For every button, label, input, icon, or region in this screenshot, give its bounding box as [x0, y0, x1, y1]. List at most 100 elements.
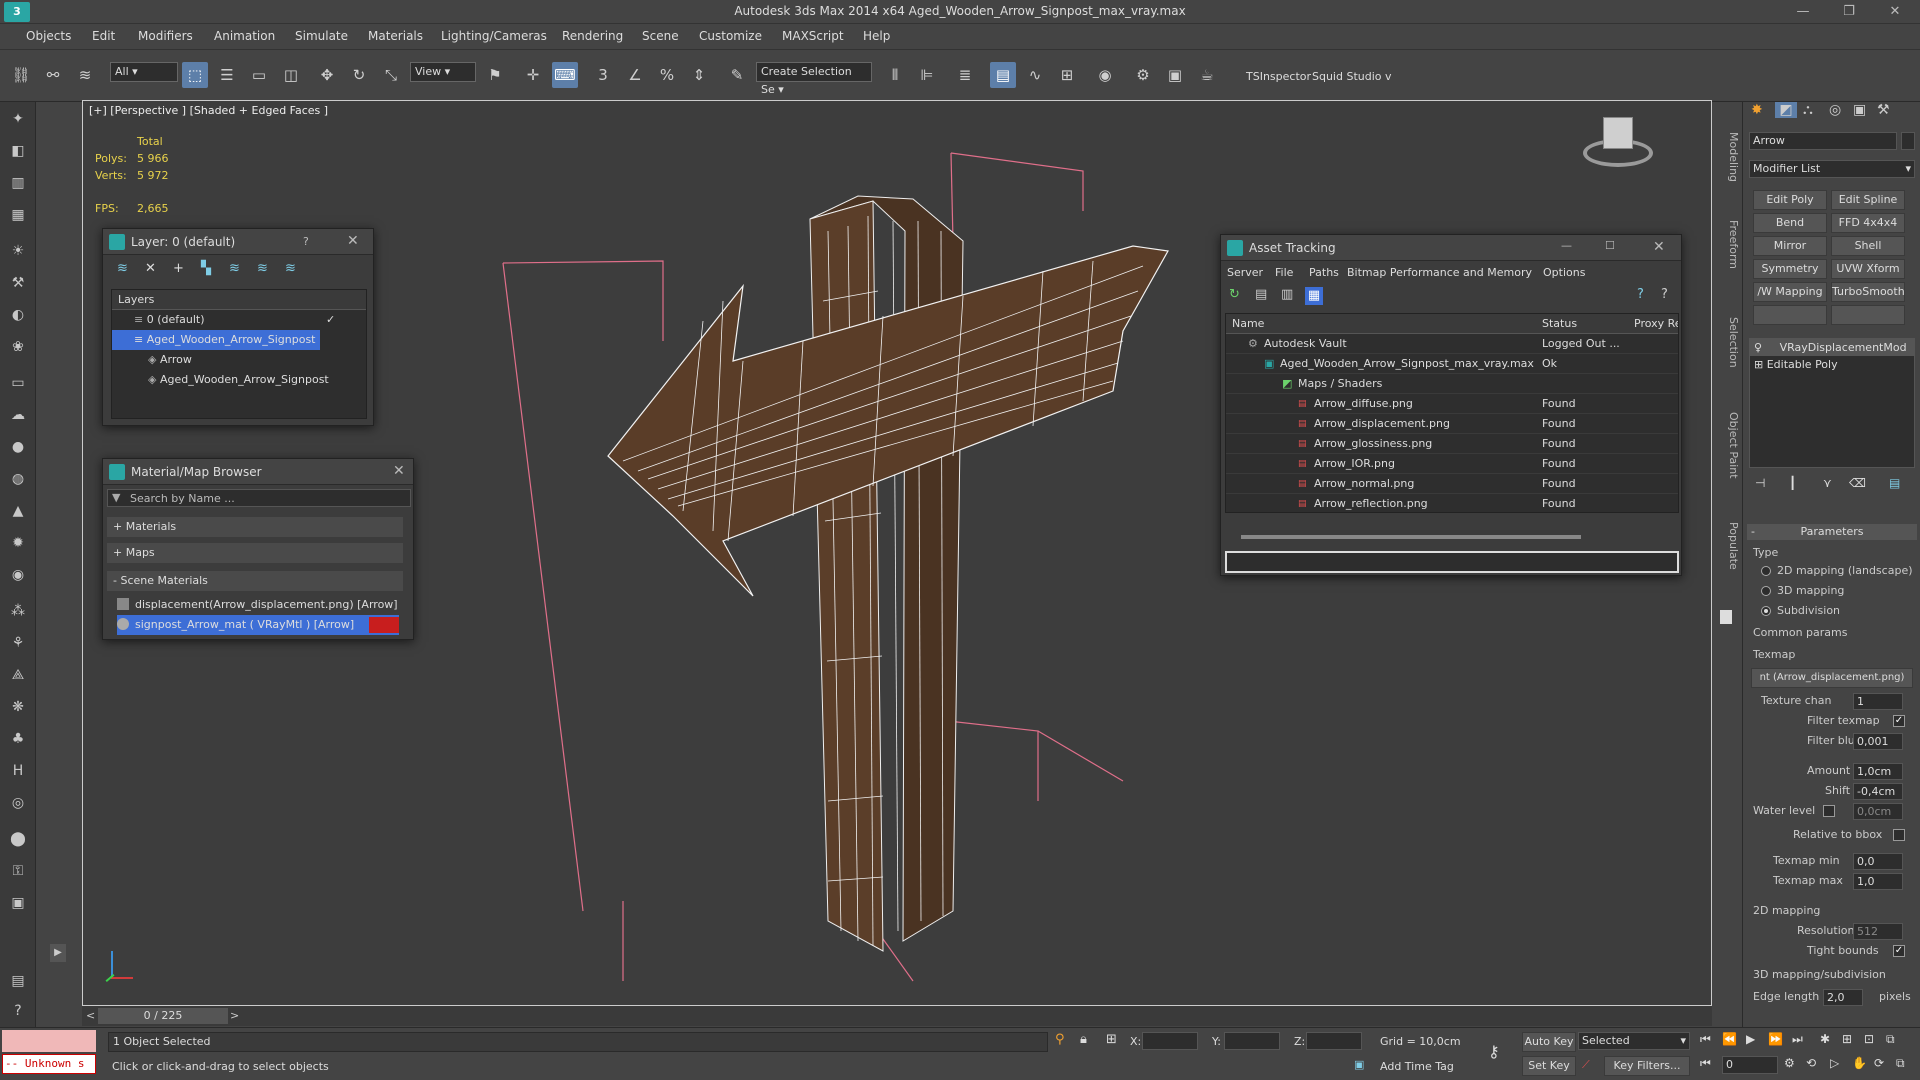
material-browser-titlebar[interactable]: Material/Map Browser ✕ — [103, 459, 413, 485]
selection-filter-dropdown[interactable]: All ▾ — [110, 62, 178, 82]
named-selection-dropdown[interactable]: Create Selection Se ▾ — [756, 62, 872, 96]
maxscript-mini-listener[interactable]: -- Unknown s — [2, 1054, 96, 1074]
set-key-button[interactable]: Set Key — [1522, 1056, 1576, 1076]
close-icon[interactable]: ✕ — [1872, 0, 1918, 24]
maximize-toggle-icon[interactable]: ⧉ — [1896, 1056, 1905, 1071]
material-browser-close-icon[interactable]: ✕ — [393, 463, 405, 479]
asset-row-vault[interactable]: ⚙ Autodesk Vault Logged Out ... — [1226, 334, 1678, 354]
texture-chan-spinner[interactable]: 1 — [1853, 693, 1903, 710]
torus-icon[interactable]: ◍ — [6, 468, 30, 490]
viewcube[interactable] — [1583, 111, 1653, 171]
zoom-extents-icon[interactable]: ✱ — [1820, 1032, 1830, 1046]
box-icon[interactable]: ▭ — [6, 372, 30, 394]
arc-rotate-icon[interactable]: ⟳ — [1874, 1056, 1884, 1070]
restore-icon[interactable]: ❐ — [1826, 0, 1872, 24]
menu-materials[interactable]: Materials — [368, 29, 423, 43]
column-status[interactable]: Status — [1542, 314, 1577, 333]
scene-materials-group[interactable]: - Scene Materials — [107, 571, 403, 591]
object-name-field[interactable]: Arrow — [1749, 132, 1897, 150]
asset-menu-bitmap[interactable]: Bitmap Performance and Memory — [1347, 266, 1532, 279]
asset-menu-paths[interactable]: Paths — [1309, 266, 1339, 279]
ring-icon[interactable]: ◎ — [6, 792, 30, 814]
key-mode-dropdown[interactable]: Selected ▾ — [1578, 1032, 1690, 1050]
asset-help-2-icon[interactable]: ? — [1661, 287, 1668, 302]
search-dropdown-icon[interactable]: ▼ — [112, 491, 120, 504]
menu-edit[interactable]: Edit — [92, 29, 115, 43]
layer-manager-icon[interactable]: ≣ — [952, 62, 978, 88]
shift-spinner[interactable]: -0,4cm — [1853, 783, 1903, 800]
asset-path-field[interactable] — [1225, 551, 1679, 573]
utilities-icon[interactable]: ⚒ — [6, 272, 30, 294]
utilities-tab-icon[interactable]: ⚒ — [1877, 102, 1890, 118]
asset-minimize-icon[interactable]: — — [1561, 239, 1572, 252]
water-level-checkbox[interactable] — [1823, 805, 1835, 817]
scene-material-item[interactable]: signpost_Arrow_mat ( VRayMtl ) [Arrow] — [117, 615, 399, 635]
layer-object-signpost[interactable]: ◈ Aged_Wooden_Arrow_Signpost — [112, 370, 366, 390]
material-ball-icon[interactable]: ⬤ — [6, 828, 30, 850]
asset-row-map[interactable]: ▤ Arrow_diffuse.png Found — [1226, 394, 1678, 414]
time-config-icon[interactable]: ⚙ — [1784, 1056, 1795, 1070]
reference-coordinate-dropdown[interactable]: View ▾ — [410, 62, 476, 82]
time-next-button[interactable]: > — [230, 1009, 239, 1022]
tab-selection[interactable]: Selection — [1714, 317, 1740, 368]
z-coordinate-field[interactable] — [1306, 1032, 1362, 1050]
tsinspector-label[interactable]: TSInspector — [1246, 70, 1311, 83]
window-crossing-icon[interactable]: ◫ — [278, 62, 304, 88]
symmetry-button[interactable]: Symmetry — [1753, 259, 1827, 279]
add-time-tag[interactable]: Add Time Tag — [1380, 1060, 1454, 1073]
empty-modifier-button[interactable] — [1753, 305, 1827, 325]
zoom-region-icon[interactable]: ⊡ — [1864, 1032, 1874, 1046]
configure-modifier-sets-icon[interactable]: ▤ — [1889, 476, 1900, 490]
asset-maximize-icon[interactable]: ☐ — [1605, 239, 1615, 252]
maps-group[interactable]: + Maps — [107, 543, 403, 563]
scale-icon[interactable]: ⤡ — [378, 62, 404, 88]
materials-group[interactable]: + Materials — [107, 517, 403, 537]
hierarchy-icon[interactable]: ▥ — [6, 172, 30, 194]
manipulate-icon[interactable]: ✛ — [520, 62, 546, 88]
hide-all-layers-icon[interactable]: ≋ — [257, 261, 268, 276]
expand-icon[interactable]: ⊞ — [1754, 358, 1767, 371]
layer-item-signpost[interactable]: ≡ Aged_Wooden_Arrow_Signpost — [112, 330, 320, 350]
tab-freeform[interactable]: Freeform — [1714, 220, 1740, 269]
edit-poly-button[interactable]: Edit Poly — [1753, 190, 1827, 210]
rectangular-selection-icon[interactable]: ▭ — [246, 62, 272, 88]
menu-lighting-cameras[interactable]: Lighting/Cameras — [441, 29, 547, 43]
unlink-icon[interactable]: ⚯ — [40, 62, 66, 88]
schematic-view-icon[interactable]: ⊞ — [1054, 62, 1080, 88]
edit-spline-button[interactable]: Edit Spline — [1831, 190, 1905, 210]
asset-row-map[interactable]: ▤ Arrow_glossiness.png Found — [1226, 434, 1678, 454]
modifier-list-dropdown[interactable]: Modifier List ▾ — [1749, 160, 1915, 178]
relative-bbox-checkbox[interactable] — [1893, 829, 1905, 841]
render-icon[interactable]: ▣ — [6, 892, 30, 914]
asset-row-map[interactable]: ▤ Arrow_displacement.png Found — [1226, 414, 1678, 434]
percent-snap-icon[interactable]: % — [654, 62, 680, 88]
material-editor-icon[interactable]: ◉ — [1092, 62, 1118, 88]
plant-icon[interactable]: ♣ — [6, 728, 30, 750]
space-warp-icon[interactable]: ⟁ — [6, 664, 30, 686]
table-view-icon[interactable]: ▦ — [1305, 287, 1323, 305]
shell-button[interactable]: Shell — [1831, 236, 1905, 256]
auto-key-button[interactable]: Auto Key — [1522, 1032, 1576, 1052]
mirror-icon[interactable]: ⫴ — [882, 62, 908, 88]
object-color-swatch[interactable] — [1901, 132, 1915, 150]
film-icon[interactable]: ❀ — [6, 336, 30, 358]
refresh-icon[interactable]: ↻ — [1229, 287, 1240, 302]
bend-button[interactable]: Bend — [1753, 213, 1827, 233]
edit-named-selection-icon[interactable]: ✎ — [724, 62, 750, 88]
amount-spinner[interactable]: 1,0cm — [1853, 763, 1903, 780]
create-icon[interactable]: ✦ — [6, 108, 30, 130]
add-time-tag-icon[interactable]: ▣ — [1354, 1058, 1364, 1071]
layer-dialog-titlebar[interactable]: Layer: 0 (default) ? ✕ — [103, 229, 373, 255]
isolate-icon[interactable]: ⚲ — [1055, 1032, 1065, 1047]
parameters-rollout-header[interactable]: - Parameters — [1747, 524, 1917, 540]
particles-icon[interactable]: ⁂ — [6, 600, 30, 622]
bind-space-warp-icon[interactable]: ≋ — [72, 62, 98, 88]
go-to-end-icon[interactable]: ⏭ — [1792, 1032, 1803, 1047]
system-icon[interactable]: ❋ — [6, 696, 30, 718]
key-tangent-icon[interactable]: ⟋ — [1582, 1058, 1590, 1072]
texmap-min-spinner[interactable]: 0,0 — [1853, 853, 1903, 870]
stack-item-vray-displacement[interactable]: ♀ VRayDisplacementMod — [1750, 339, 1914, 356]
time-slider[interactable]: 0 / 225 — [98, 1008, 228, 1024]
spinner-snap-icon[interactable]: ⇕ — [686, 62, 712, 88]
key-icon[interactable]: ⚷ — [1488, 1042, 1500, 1061]
